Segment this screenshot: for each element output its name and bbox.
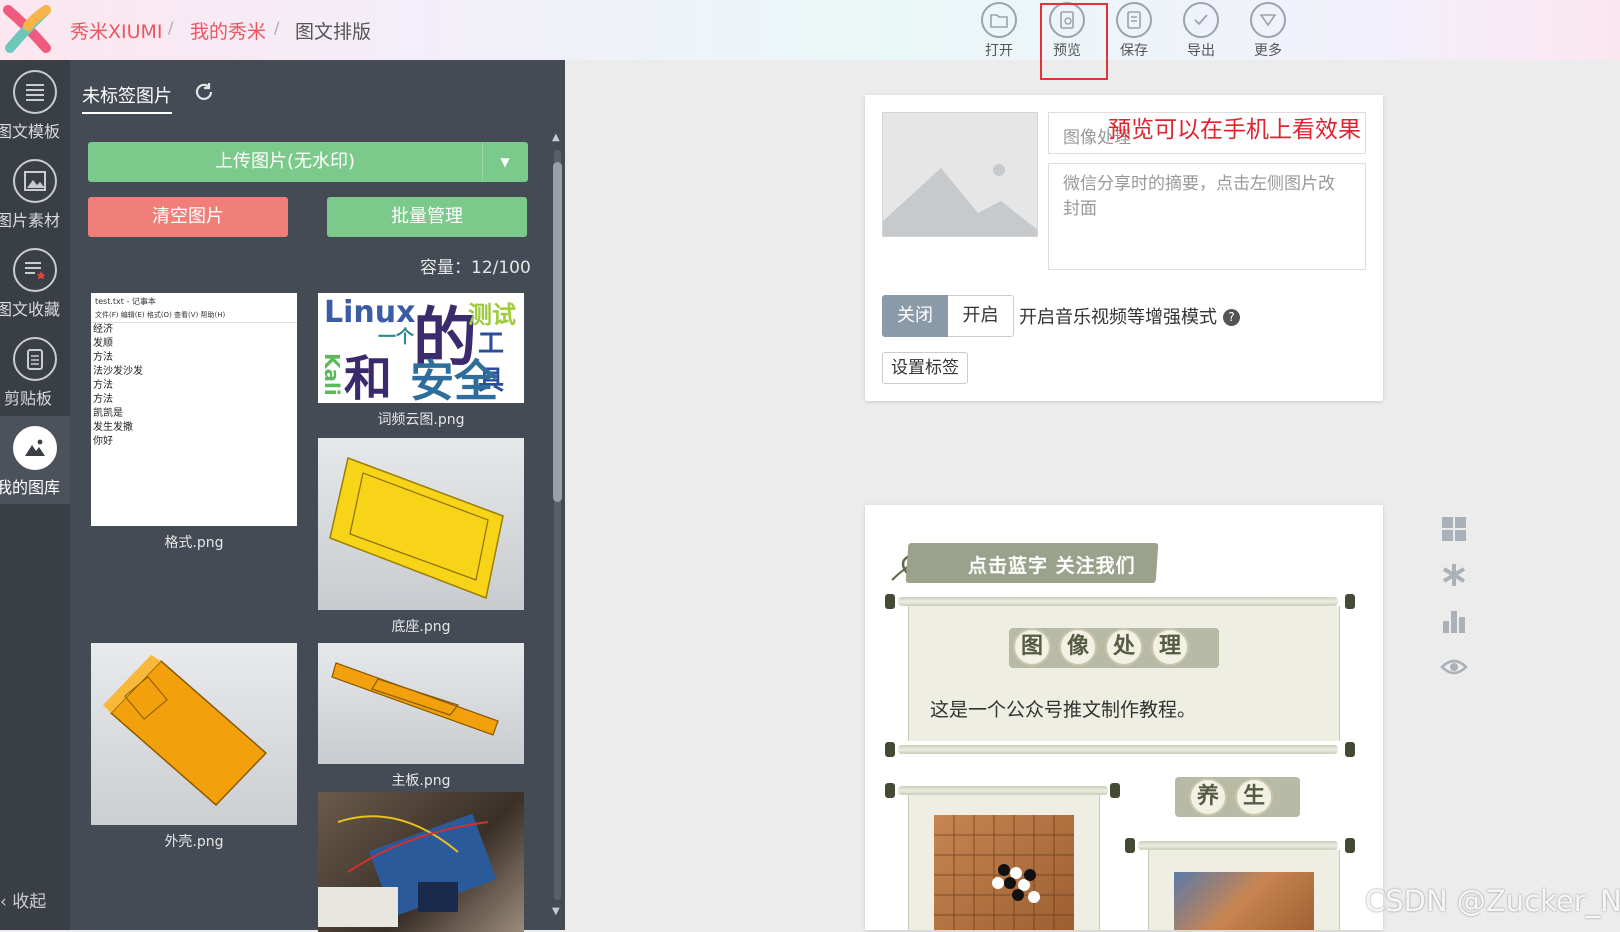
enhance-mode-label: 开启音乐视频等增强模式?: [1019, 303, 1240, 329]
help-icon[interactable]: ?: [1223, 309, 1240, 326]
sidebar-item-images[interactable]: 图片素材: [0, 149, 70, 237]
chevron-down-icon: [1259, 14, 1277, 27]
xiumi-logo[interactable]: [2, 4, 52, 54]
body-paragraph[interactable]: 这是一个公众号推文制作教程。: [930, 695, 1196, 722]
word-cloud-image: Linux 的 测试 一个 工具 和 安全 Kali: [318, 293, 524, 403]
clipboard-icon: [27, 349, 43, 370]
sidebar-item-clipboard[interactable]: 剪贴板: [0, 327, 70, 415]
more-button[interactable]: 更多: [1242, 2, 1294, 60]
check-export-icon: [1194, 14, 1208, 26]
toggle-off-button[interactable]: 关闭: [882, 295, 948, 337]
shell-model-image: [91, 643, 297, 825]
export-button[interactable]: 导出: [1175, 2, 1227, 60]
notepad-screenshot-image: test.txt - 记事本 文件(F) 编辑(E) 格式(O) 查看(V) 帮…: [91, 293, 297, 526]
sidebar-item-templates[interactable]: 图文模板: [0, 60, 70, 148]
gallery-image[interactable]: 主板.png: [318, 643, 524, 790]
preview-annotation: 预览可以在手机上看效果: [1108, 117, 1361, 143]
image-filename: 外壳.png: [164, 834, 224, 850]
mountain-icon: [25, 439, 45, 456]
follow-banner-text[interactable]: 点击蓝字 关注我们: [968, 551, 1136, 578]
csdn-watermark: CSDN @Zucker_N: [1365, 884, 1620, 918]
circuit-photo-image: [318, 792, 524, 932]
right-toolbar: [1440, 515, 1470, 699]
article-content-card[interactable]: 点击蓝字 关注我们 图 像 处 理 这是一个公众号推文制作教程。 养 生: [865, 505, 1383, 930]
upload-button[interactable]: 上传图片(无水印): [88, 142, 483, 182]
upload-dropdown-icon[interactable]: ▼: [483, 155, 527, 169]
gallery-image[interactable]: Linux 的 测试 一个 工具 和 安全 Kali 词频云图.png: [318, 293, 524, 429]
sidebar: 图文模板 图片素材 图文收藏 剪贴板 我的图库 ‹ 收起: [0, 60, 70, 930]
top-bar: 秀米XIUMI / 我的秀米 / 图文排版 打开 预览 保存 导出 更多: [0, 0, 1620, 60]
scroll-rod: [898, 597, 1338, 606]
clear-images-button[interactable]: 清空图片: [88, 197, 288, 237]
go-board-photo: [934, 815, 1074, 930]
gallery-image[interactable]: 外壳.png: [91, 643, 297, 851]
breadcrumb-my-xiumi[interactable]: 我的秀米: [190, 17, 266, 44]
gallery-image[interactable]: 底座.png: [318, 438, 524, 636]
folder-open-icon: [990, 14, 1008, 28]
image-filename: 格式.png: [164, 535, 224, 551]
batch-manage-button[interactable]: 批量管理: [327, 197, 527, 237]
base-model-image: [318, 438, 524, 610]
breadcrumb-separator: /: [168, 18, 174, 37]
toggle-on-button[interactable]: 开启: [948, 295, 1014, 337]
image-filename: 主板.png: [391, 773, 451, 789]
save-icon: [1127, 11, 1141, 29]
set-tags-button[interactable]: 设置标签: [882, 352, 968, 384]
gallery-scrollbar[interactable]: ▲ ▼: [550, 130, 565, 920]
grid-icon[interactable]: [1440, 515, 1468, 543]
gallery-image[interactable]: test.txt - 记事本 文件(F) 编辑(E) 格式(O) 查看(V) 帮…: [91, 293, 297, 552]
save-button[interactable]: 保存: [1108, 2, 1160, 60]
heading-characters: 图 像 处 理: [1013, 628, 1189, 666]
chevron-left-icon: ‹: [0, 892, 13, 912]
sidebar-item-favorites[interactable]: 图文收藏: [0, 238, 70, 326]
upload-button-group: 上传图片(无水印) ▼: [88, 142, 528, 182]
board-model-image: [318, 643, 524, 764]
bar-chart-icon[interactable]: [1440, 607, 1468, 635]
breadcrumb-separator: /: [274, 18, 280, 37]
scroll-rod: [898, 786, 1108, 795]
scroll-up-icon[interactable]: ▲: [552, 132, 560, 143]
preview-highlight-box: [1040, 3, 1108, 80]
notepad-lines: 经济 发顺 方法 法沙发沙发 方法 方法 凯凯是 发生发撒 你好: [93, 324, 143, 447]
subheading-characters: 养 生: [1189, 778, 1273, 816]
cover-image-placeholder[interactable]: [882, 112, 1038, 237]
tab-untagged-images[interactable]: 未标签图片: [82, 82, 172, 114]
gallery-image[interactable]: [318, 792, 524, 932]
image-filename: 词频云图.png: [377, 412, 465, 428]
eye-icon[interactable]: [1440, 653, 1468, 681]
breadcrumb-home[interactable]: 秀米XIUMI: [70, 17, 163, 44]
image-filename: 底座.png: [391, 619, 451, 635]
scroll-down-icon[interactable]: ▼: [552, 906, 560, 917]
list-icon: [26, 84, 44, 101]
collapse-button[interactable]: ‹ 收起: [0, 887, 70, 912]
food-photo: [1174, 872, 1314, 930]
star-list-icon: [25, 262, 46, 280]
refresh-icon[interactable]: [192, 80, 216, 104]
enhance-mode-toggle: 关闭 开启: [882, 295, 1014, 337]
open-button[interactable]: 打开: [973, 2, 1025, 60]
gallery-panel: 未标签图片 上传图片(无水印) ▼ 清空图片 批量管理 容量：12/100 te…: [70, 60, 565, 932]
breadcrumb-current: 图文排版: [295, 21, 372, 43]
scroll-rod: [898, 745, 1338, 754]
scrollbar-thumb[interactable]: [553, 162, 562, 502]
image-icon: [24, 171, 46, 191]
scroll-rod: [1138, 841, 1338, 850]
summary-input[interactable]: 微信分享时的摘要，点击左侧图片改封面: [1048, 163, 1366, 270]
sidebar-item-my-gallery[interactable]: 我的图库: [0, 416, 70, 504]
snowflake-icon[interactable]: [1440, 561, 1468, 589]
mountain-placeholder-icon: [883, 164, 1037, 236]
capacity-label: 容量：12/100: [420, 258, 531, 278]
article-settings-card: 图像处理 预览可以在手机上看效果 微信分享时的摘要，点击左侧图片改封面 关闭 开…: [865, 95, 1383, 401]
